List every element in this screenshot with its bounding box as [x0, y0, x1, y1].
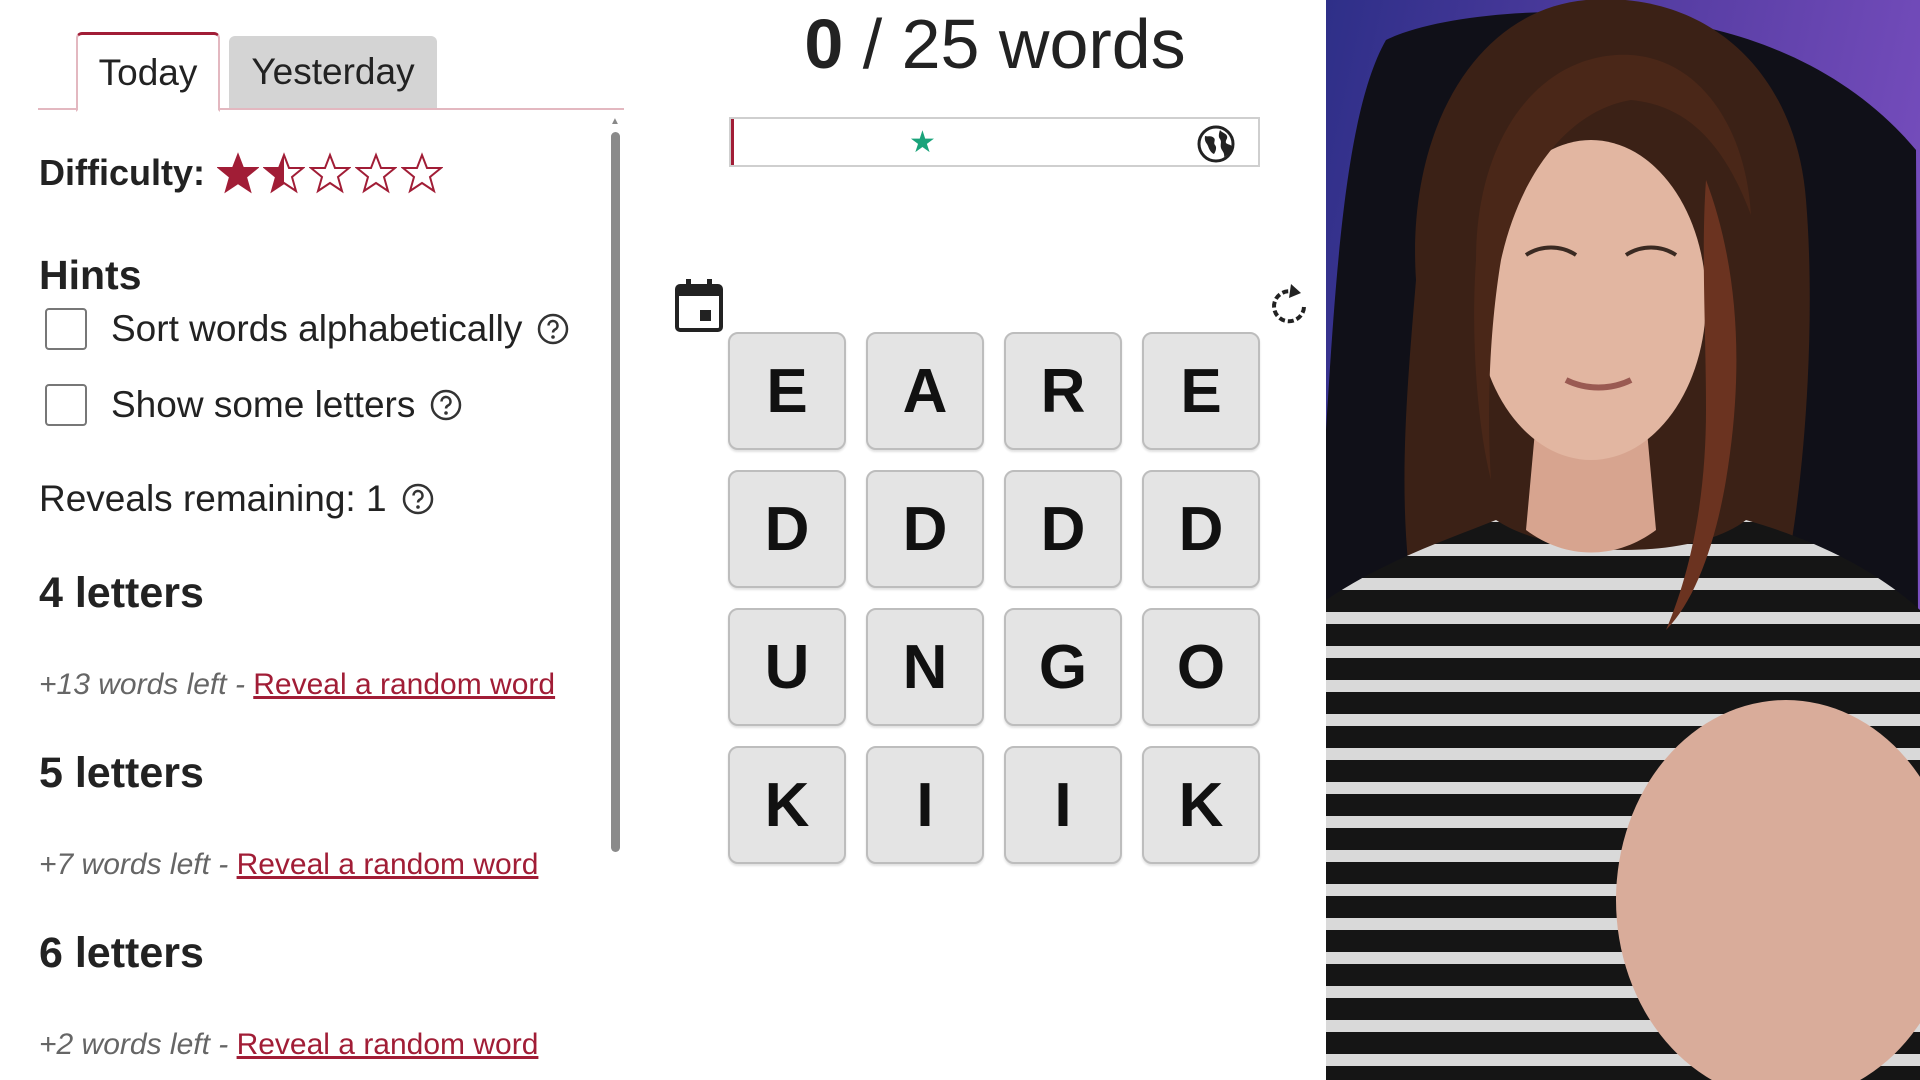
difficulty-stars — [217, 152, 443, 194]
letter-tile[interactable]: A — [866, 332, 984, 450]
words-left-4-letters: +13 words left - Reveal a random word — [39, 668, 555, 702]
letter-tile[interactable]: E — [728, 332, 846, 450]
webcam-overlay — [1326, 0, 1920, 1080]
letter-tile[interactable]: U — [728, 608, 846, 726]
webcam-image — [1326, 0, 1920, 1080]
group-heading-6-letters: 6 letters — [39, 929, 204, 977]
show-letters-option[interactable]: Show some letters — [45, 384, 463, 426]
difficulty-label: Difficulty: — [39, 152, 205, 193]
total-words: 25 words — [901, 5, 1186, 83]
letter-tile[interactable]: D — [866, 470, 984, 588]
group-heading-4-letters: 4 letters — [39, 569, 204, 617]
letter-tile[interactable]: D — [1142, 470, 1260, 588]
score-separator: / — [843, 5, 902, 83]
letter-tile[interactable]: I — [866, 746, 984, 864]
words-left-count: +13 words left - — [39, 668, 254, 701]
help-icon[interactable] — [401, 482, 435, 516]
progress-bar: ★ — [729, 117, 1260, 167]
letter-tile[interactable]: R — [1004, 332, 1122, 450]
letter-tile[interactable]: D — [1004, 470, 1122, 588]
star-icon — [309, 152, 351, 194]
found-count: 0 — [804, 5, 844, 83]
words-left-6-letters: +2 words left - Reveal a random word — [39, 1028, 538, 1062]
reveal-random-word-link[interactable]: Reveal a random word — [237, 1028, 539, 1061]
sort-words-option[interactable]: Sort words alphabetically — [45, 308, 570, 350]
letter-grid: E A R E D D D D U N G O K I I K — [728, 332, 1262, 866]
globe-icon[interactable] — [1196, 124, 1236, 164]
calendar-icon[interactable] — [673, 278, 725, 334]
show-letters-label: Show some letters — [111, 384, 416, 425]
letter-tile[interactable]: G — [1004, 608, 1122, 726]
sort-words-label: Sort words alphabetically — [111, 308, 523, 349]
words-left-count: +7 words left - — [39, 848, 237, 881]
letter-tile[interactable]: K — [1142, 746, 1260, 864]
scroll-up-arrow[interactable]: ▲ — [609, 116, 621, 127]
letter-tile[interactable]: K — [728, 746, 846, 864]
reveals-remaining-text: Reveals remaining: 1 — [39, 478, 387, 519]
letter-tile[interactable]: E — [1142, 332, 1260, 450]
reveal-random-word-link[interactable]: Reveal a random word — [237, 848, 539, 881]
scrollbar-thumb[interactable] — [611, 132, 620, 852]
hints-heading: Hints — [39, 252, 142, 298]
star-icon — [401, 152, 443, 194]
word-count: 0 / 25 words — [700, 4, 1290, 84]
tab-yesterday[interactable]: Yesterday — [229, 36, 437, 108]
letter-tile[interactable]: O — [1142, 608, 1260, 726]
sort-words-checkbox[interactable] — [45, 308, 87, 350]
letter-tile[interactable]: D — [728, 470, 846, 588]
reveals-remaining: Reveals remaining: 1 — [39, 478, 435, 520]
letter-tile[interactable]: I — [1004, 746, 1122, 864]
help-icon[interactable] — [536, 312, 570, 346]
hints-panel: Today Yesterday Difficulty: Hints Sort w… — [0, 0, 630, 1080]
star-icon: ★ — [909, 126, 936, 159]
letter-tile[interactable]: N — [866, 608, 984, 726]
star-icon — [217, 152, 259, 194]
star-icon — [355, 152, 397, 194]
words-left-count: +2 words left - — [39, 1028, 237, 1061]
show-letters-checkbox[interactable] — [45, 384, 87, 426]
help-icon[interactable] — [429, 388, 463, 422]
tab-bar: Today Yesterday — [38, 30, 624, 112]
refresh-icon[interactable] — [1264, 280, 1314, 330]
difficulty-rating: Difficulty: — [39, 152, 443, 194]
progress-fill — [731, 119, 734, 165]
tab-today[interactable]: Today — [76, 32, 220, 112]
reveal-random-word-link[interactable]: Reveal a random word — [253, 668, 555, 701]
group-heading-5-letters: 5 letters — [39, 749, 204, 797]
star-icon — [263, 152, 305, 194]
words-left-5-letters: +7 words left - Reveal a random word — [39, 848, 538, 882]
